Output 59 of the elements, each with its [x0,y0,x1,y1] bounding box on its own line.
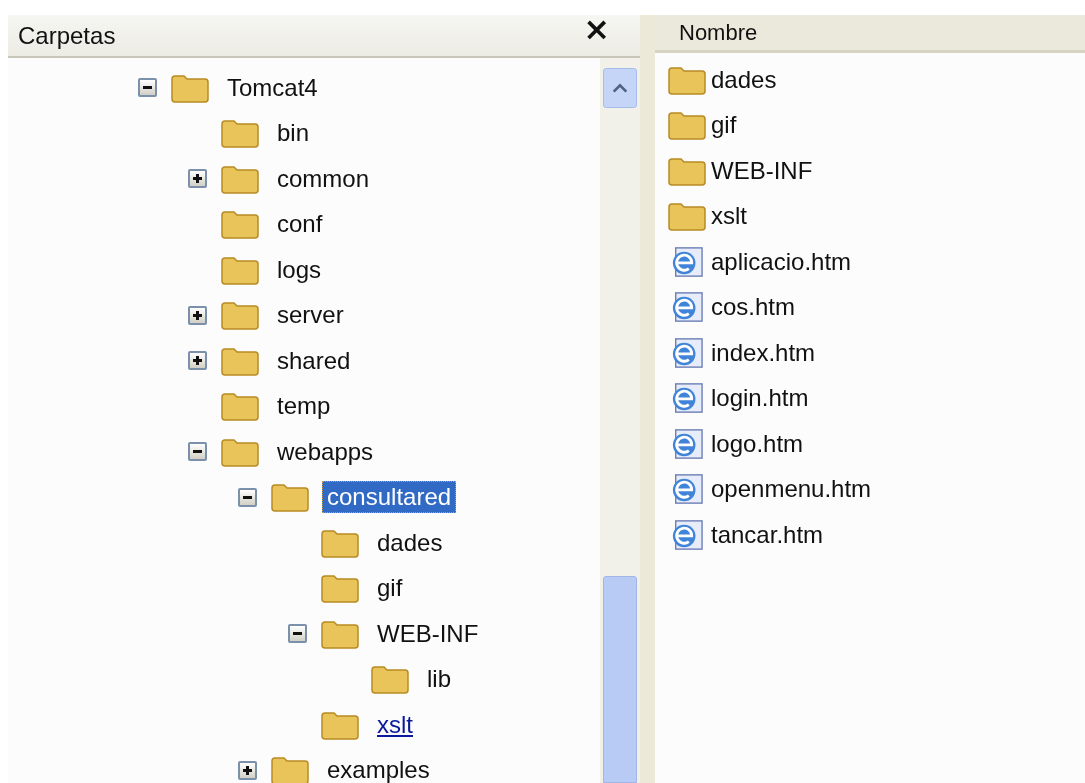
file-name[interactable]: login.htm [711,384,809,413]
folder-icon [370,664,410,695]
expander-toggle[interactable] [138,78,157,98]
expander-toggle[interactable] [188,169,207,189]
expander-toggle[interactable] [188,442,207,462]
expander-toggle[interactable] [238,487,257,507]
tree-item[interactable]: bin [272,117,315,150]
file-name[interactable]: WEB-INF [711,156,813,185]
tree-item[interactable]: webapps [272,435,379,468]
folder-icon [220,436,260,467]
scroll-thumb[interactable] [603,576,637,783]
tree-item[interactable]: lib [422,663,456,696]
file-name[interactable]: tancar.htm [711,520,824,549]
folder-icon [220,163,260,194]
expander-toggle[interactable] [238,760,257,780]
folder-icon [220,118,260,149]
folder-icon [220,345,260,376]
folder-icon [270,755,310,783]
folder-icon [170,72,210,103]
tree-item[interactable]: examples [322,754,435,783]
tree-item[interactable]: logs [272,253,327,286]
tree-item[interactable]: WEB-INF [372,617,484,650]
tree-item[interactable]: temp [272,390,336,423]
tree-item[interactable]: consultared [322,481,457,514]
caret-icon [611,82,629,94]
folder-icon [220,391,260,422]
folder-icon [220,209,260,240]
expander-toggle[interactable] [188,305,207,325]
file-name[interactable]: cos.htm [711,293,796,322]
pane-title: Carpetas [17,21,116,50]
tree-item[interactable]: shared [272,344,356,377]
folder-icon [220,300,260,331]
file-name[interactable]: openmenu.htm [711,475,872,504]
tree-item[interactable]: server [272,299,349,332]
expander-toggle[interactable] [288,624,307,644]
tree-item[interactable]: Tomcat4 [222,71,323,104]
expander-toggle[interactable] [188,351,207,371]
file-name[interactable]: index.htm [711,338,816,367]
file-name[interactable]: logo.htm [711,429,804,458]
file-name[interactable]: aplicacio.htm [711,247,852,276]
file-name[interactable]: gif [711,111,737,140]
tree-item[interactable]: conf [272,208,328,241]
folder-icon [270,482,310,513]
scroll-up-button[interactable] [603,68,637,108]
folder-icon [320,527,360,558]
column-header[interactable]: Nombre [655,15,1085,53]
tree-item[interactable]: xslt [372,708,418,741]
folder-icon [320,573,360,604]
tree-item[interactable]: gif [372,572,408,605]
folder-icon [220,254,260,285]
file-name[interactable]: dades [711,65,777,94]
close-button[interactable]: × [583,15,640,59]
folder-icon [320,618,360,649]
file-name[interactable]: xslt [711,202,747,231]
tree-item[interactable]: common [272,162,375,195]
folder-icon [667,200,707,233]
folder-icon [320,709,360,740]
folder-icon [667,109,707,142]
tree-item[interactable]: dades [372,526,448,559]
